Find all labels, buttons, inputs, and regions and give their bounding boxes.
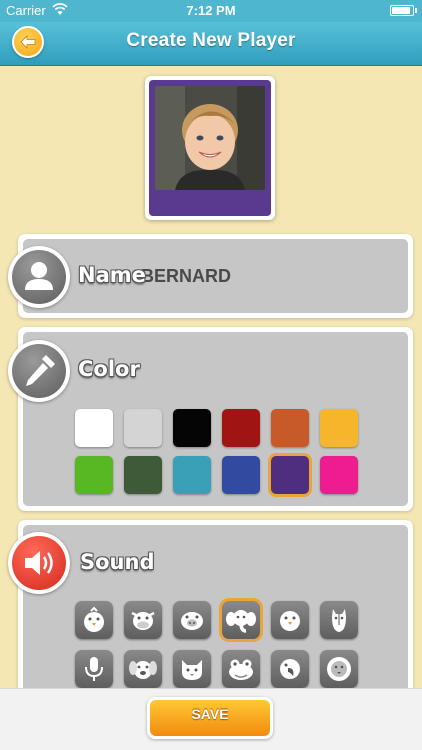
sound-option-chick[interactable] — [75, 601, 113, 639]
name-label: Name — [78, 263, 146, 287]
frog-icon — [229, 659, 253, 680]
parrot-icon — [280, 659, 300, 679]
sound-option-horse[interactable] — [320, 601, 358, 639]
speaker-icon — [25, 551, 53, 575]
eyedropper-icon — [26, 355, 55, 386]
status-bar: Carrier 7:12 PM — [0, 0, 422, 22]
sound-option-lion[interactable] — [320, 650, 358, 688]
name-badge — [8, 246, 70, 308]
color-swatch-3[interactable] — [173, 409, 211, 447]
sound-option-cat[interactable] — [173, 650, 211, 688]
battery-icon — [390, 5, 417, 16]
elephant-icon — [226, 610, 256, 633]
sound-option-bird[interactable] — [271, 601, 309, 639]
cat-icon — [182, 660, 202, 680]
color-swatch-11[interactable] — [271, 456, 309, 494]
page-title: Create New Player — [126, 30, 296, 51]
lion-icon — [327, 657, 351, 681]
color-swatch-2[interactable] — [124, 409, 162, 447]
player-photo — [155, 86, 265, 190]
sound-option-elephant[interactable] — [222, 601, 260, 639]
color-swatch-7[interactable] — [75, 456, 113, 494]
name-panel[interactable]: BERNARD Name — [18, 234, 413, 318]
color-swatch-6[interactable] — [320, 409, 358, 447]
pig-icon — [181, 612, 203, 630]
color-swatch-1[interactable] — [75, 409, 113, 447]
person-icon — [25, 262, 53, 290]
save-button-label: SAVE — [191, 706, 229, 722]
horse-icon — [332, 609, 346, 632]
color-swatch-12[interactable] — [320, 456, 358, 494]
cow-icon — [131, 611, 155, 630]
sound-badge — [8, 532, 70, 594]
save-button[interactable]: SAVE — [147, 697, 273, 739]
microphone-icon — [85, 657, 103, 681]
chick-icon — [84, 606, 104, 632]
color-swatch-4[interactable] — [222, 409, 260, 447]
color-panel: Color — [18, 327, 413, 511]
sound-option-dog[interactable] — [124, 650, 162, 688]
color-badge — [8, 340, 70, 402]
sound-label: Sound — [80, 550, 155, 574]
bottom-bar: SAVE — [0, 688, 422, 750]
color-swatch-5[interactable] — [271, 409, 309, 447]
player-color-frame — [149, 80, 271, 216]
sound-option-cow[interactable] — [124, 601, 162, 639]
bird-icon — [280, 611, 300, 631]
name-field[interactable]: BERNARD — [141, 266, 231, 287]
dog-icon — [129, 661, 157, 679]
color-swatch-8[interactable] — [124, 456, 162, 494]
sound-panel: Sound — [18, 520, 413, 700]
color-swatch-10[interactable] — [222, 456, 260, 494]
sound-option-microphone[interactable] — [75, 650, 113, 688]
sound-option-pig[interactable] — [173, 601, 211, 639]
color-label: Color — [78, 357, 140, 381]
sound-option-frog[interactable] — [222, 650, 260, 688]
player-photo-card[interactable] — [145, 76, 275, 220]
color-swatch-9[interactable] — [173, 456, 211, 494]
nav-bar: Create New Player — [0, 22, 422, 66]
sound-option-parrot[interactable] — [271, 650, 309, 688]
clock: 7:12 PM — [186, 3, 236, 18]
